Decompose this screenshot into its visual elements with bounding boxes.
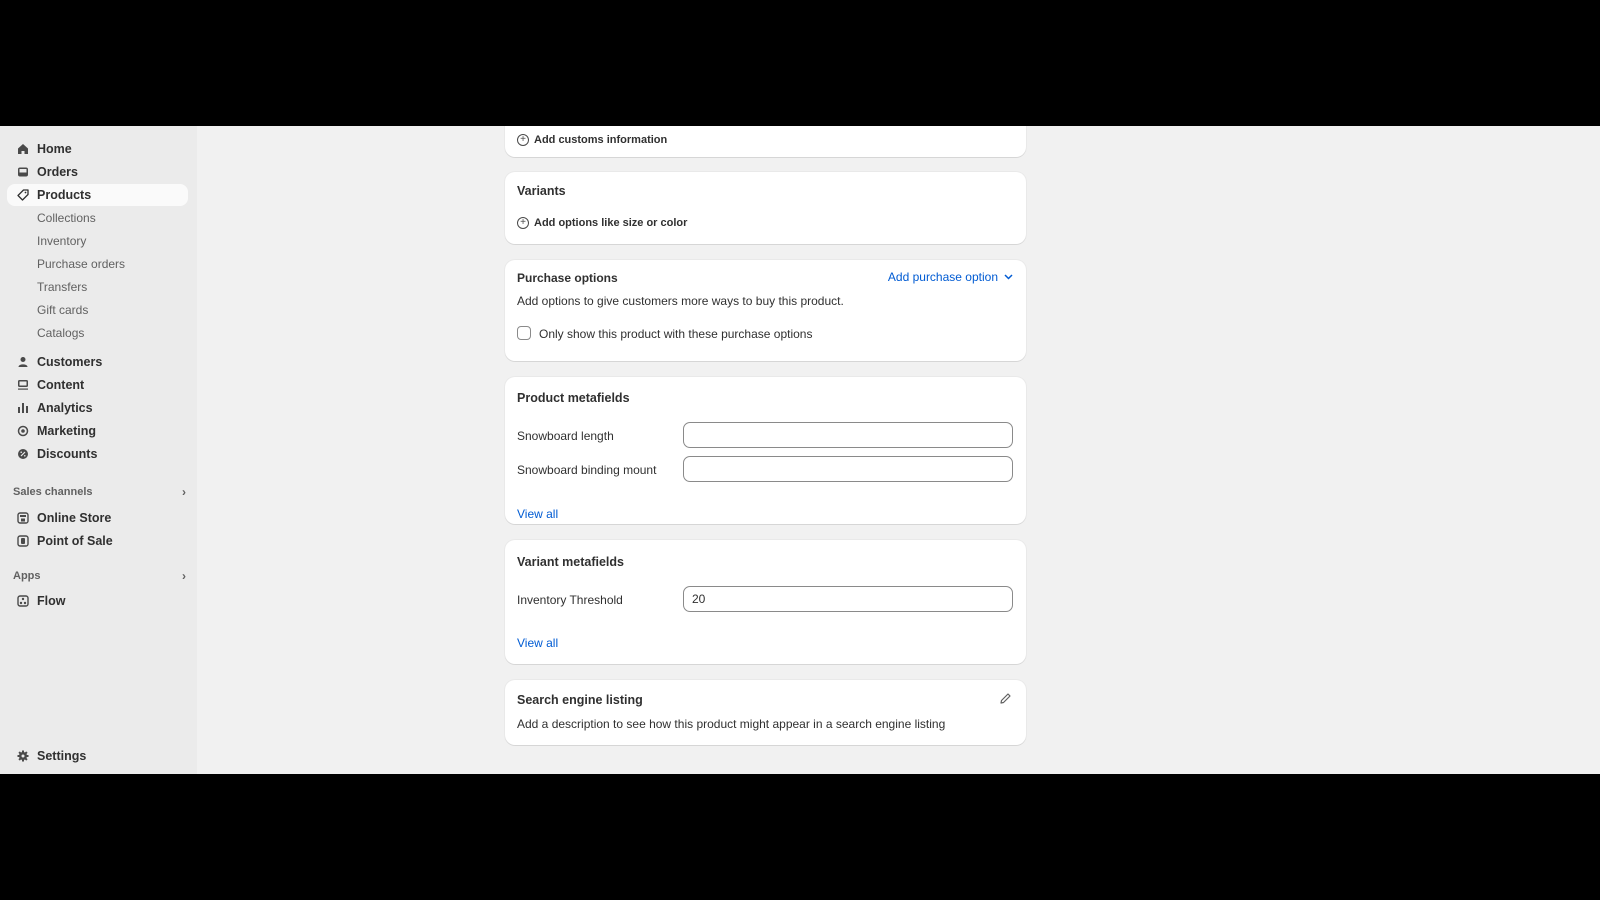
add-purchase-option-button[interactable]: Add purchase option <box>888 270 1013 284</box>
snowboard-binding-mount-label: Snowboard binding mount <box>517 463 657 477</box>
sidebar-item-content[interactable]: Content <box>7 374 188 396</box>
sidebar-item-label: Orders <box>37 165 78 179</box>
add-customs-info-button[interactable]: + Add customs information <box>517 134 667 146</box>
add-variant-options-label: Add options like size or color <box>534 217 688 229</box>
search-engine-listing-title: Search engine listing <box>517 693 643 707</box>
sales-channels-heading: Sales channels <box>13 486 93 498</box>
snowboard-length-input[interactable] <box>683 422 1013 448</box>
sidebar-subitem-purchase-orders[interactable]: Purchase orders <box>37 257 125 271</box>
inbox-icon <box>16 165 30 179</box>
sales-channels-header[interactable]: Sales channels › <box>13 485 188 499</box>
sidebar-item-label: Online Store <box>37 511 112 525</box>
sidebar-item-label: Discounts <box>37 447 98 461</box>
snowboard-length-label: Snowboard length <box>517 429 614 443</box>
add-customs-info-label: Add customs information <box>534 134 668 146</box>
variant-metafields-title: Variant metafields <box>517 555 624 569</box>
plus-circle-icon: + <box>517 217 529 229</box>
variant-metafields-card: Variant metafields Inventory Threshold V… <box>505 540 1026 664</box>
sidebar-item-label: Customers <box>37 355 103 369</box>
discount-icon <box>16 447 30 461</box>
sidebar-item-point-of-sale[interactable]: Point of Sale <box>7 530 188 552</box>
sidebar-item-label: Settings <box>37 749 87 763</box>
apps-header[interactable]: Apps › <box>13 569 188 583</box>
tag-icon <box>16 188 30 202</box>
search-engine-listing-card: Search engine listing Add a description … <box>505 680 1026 745</box>
product-metafields-card: Product metafields Snowboard length Snow… <box>505 377 1026 524</box>
add-purchase-option-label: Add purchase option <box>887 270 998 284</box>
sidebar-item-label: Flow <box>37 594 66 608</box>
sidebar-item-flow[interactable]: Flow <box>7 590 188 612</box>
product-metafields-title: Product metafields <box>517 391 630 405</box>
purchase-options-card: Purchase options Add purchase option Add… <box>505 260 1026 361</box>
search-engine-listing-description: Add a description to see how this produc… <box>517 717 946 731</box>
sidebar-item-settings[interactable]: Settings <box>7 745 188 767</box>
sidebar-subitem-gift-cards[interactable]: Gift cards <box>37 303 88 317</box>
chevron-down-icon <box>1004 274 1013 280</box>
content-icon <box>16 378 30 392</box>
variants-title: Variants <box>517 184 566 198</box>
sidebar-item-label: Products <box>37 188 92 202</box>
edit-seo-button[interactable] <box>999 692 1012 710</box>
chevron-right-icon[interactable]: › <box>182 485 186 499</box>
sidebar-item-label: Marketing <box>37 424 97 438</box>
product-metafields-view-all-link[interactable]: View all <box>517 507 558 521</box>
sidebar-item-label: Home <box>37 142 72 156</box>
inventory-threshold-input[interactable] <box>683 586 1013 612</box>
only-show-purchase-options-label[interactable]: Only show this product with these purcha… <box>539 327 812 341</box>
variants-card: Variants + Add options like size or colo… <box>505 172 1026 244</box>
gear-icon <box>16 749 30 763</box>
sidebar-item-label: Content <box>37 378 85 392</box>
sidebar-item-marketing[interactable]: Marketing <box>7 420 188 442</box>
variant-metafields-view-all-link[interactable]: View all <box>517 636 558 650</box>
store-icon <box>16 511 30 525</box>
sidebar-item-customers[interactable]: Customers <box>7 351 188 373</box>
sidebar-subitem-inventory[interactable]: Inventory <box>37 234 86 248</box>
purchase-options-title: Purchase options <box>517 271 618 285</box>
sidebar-item-label: Analytics <box>37 401 93 415</box>
person-icon <box>16 355 30 369</box>
plus-circle-icon: + <box>517 134 529 146</box>
chevron-right-icon[interactable]: › <box>182 569 186 583</box>
target-icon <box>16 424 30 438</box>
home-icon <box>16 142 30 156</box>
app-window: Home Orders Products Collections Invento… <box>0 126 1600 774</box>
flow-icon <box>16 594 30 608</box>
only-show-purchase-options-checkbox[interactable] <box>517 326 531 340</box>
pos-icon <box>16 534 30 548</box>
customs-card: + Add customs information <box>505 126 1026 157</box>
sidebar-subitem-catalogs[interactable]: Catalogs <box>37 326 84 340</box>
sidebar: Home Orders Products Collections Invento… <box>0 126 197 774</box>
add-variant-options-button[interactable]: + Add options like size or color <box>517 217 687 229</box>
sidebar-item-online-store[interactable]: Online Store <box>7 507 188 529</box>
snowboard-binding-mount-input[interactable] <box>683 456 1013 482</box>
pencil-icon <box>999 692 1012 709</box>
sidebar-subitem-transfers[interactable]: Transfers <box>37 280 87 294</box>
sidebar-item-orders[interactable]: Orders <box>7 161 188 183</box>
bar-chart-icon <box>16 401 30 415</box>
sidebar-item-label: Point of Sale <box>37 534 113 548</box>
sidebar-item-home[interactable]: Home <box>7 138 188 160</box>
sidebar-subitem-collections[interactable]: Collections <box>37 211 96 225</box>
sidebar-item-products[interactable]: Products <box>7 184 188 206</box>
inventory-threshold-label: Inventory Threshold <box>517 593 623 607</box>
sidebar-item-analytics[interactable]: Analytics <box>7 397 188 419</box>
sidebar-item-discounts[interactable]: Discounts <box>7 443 188 465</box>
purchase-options-description: Add options to give customers more ways … <box>517 294 844 308</box>
apps-heading: Apps <box>13 570 41 582</box>
